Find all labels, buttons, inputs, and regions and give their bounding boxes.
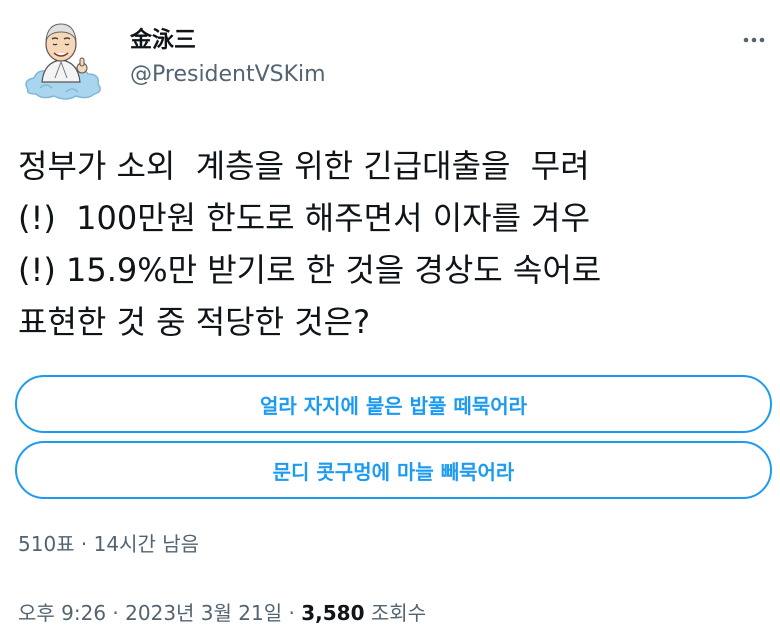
poll-option-label: 얼라 자지에 붙은 밥풀 떼묵어라	[259, 393, 528, 418]
tweet-text-line: (!) 15.9%만 받기로 한 것을 경상도 속어로	[18, 251, 602, 289]
views-label: 조회수	[370, 601, 427, 625]
author-handle[interactable]: @PresidentVSKim	[130, 62, 326, 87]
avatar[interactable]	[14, 12, 108, 106]
more-horizontal-icon	[743, 37, 765, 43]
avatar-image	[25, 23, 101, 100]
tweet-text-line: (!) 100만원 한도로 해주면서 이자를 겨우	[18, 199, 591, 237]
tweet-text-line: 정부가 소외 계층을 위한 긴급대출을 무려	[18, 147, 590, 185]
separator: ·	[74, 532, 94, 556]
poll-meta: 510표 · 14시간 남음	[18, 528, 199, 557]
more-button[interactable]	[734, 20, 774, 60]
poll-votes: 510표	[18, 532, 75, 556]
tweet-meta: 오후 9:26 · 2023년 3월 21일 · 3,580 조회수	[18, 597, 426, 626]
views-count: 3,580	[301, 601, 365, 625]
author-name[interactable]: 金泳三	[130, 22, 196, 54]
poll-option-1[interactable]: 얼라 자지에 붙은 밥풀 떼묵어라	[15, 375, 772, 433]
separator: ·	[282, 601, 302, 625]
tweet-date[interactable]: 2023년 3월 21일	[125, 601, 282, 625]
tweet-time[interactable]: 오후 9:26	[18, 601, 106, 625]
poll-option-label: 문디 콧구멍에 마늘 빼묵어라	[272, 459, 515, 484]
poll-option-2[interactable]: 문디 콧구멍에 마늘 빼묵어라	[15, 441, 772, 499]
tweet-text-line: 표현한 것 중 적당한 것은?	[18, 303, 371, 341]
tweet-text: 정부가 소외 계층을 위한 긴급대출을 무려 (!) 100만원 한도로 해주면…	[18, 140, 768, 348]
separator: ·	[106, 601, 126, 625]
poll-time-left: 14시간 남음	[93, 532, 200, 556]
